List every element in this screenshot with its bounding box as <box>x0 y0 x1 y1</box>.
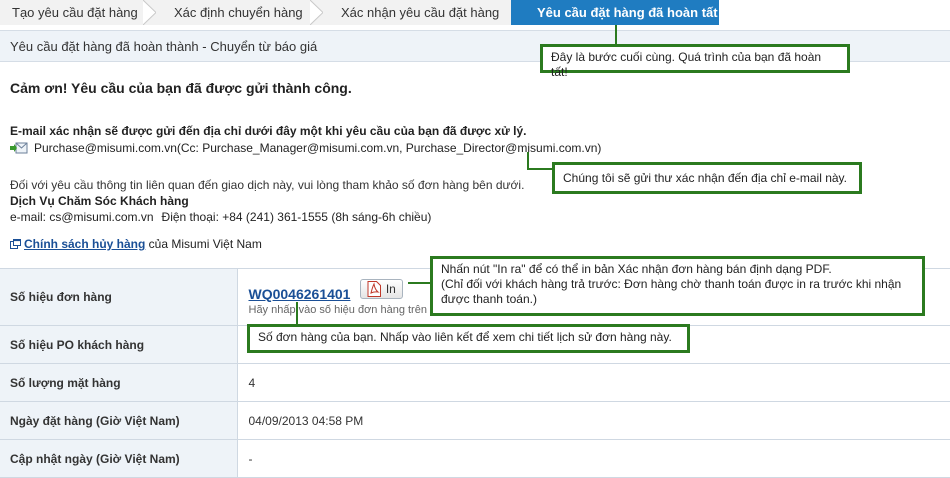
order-date-label: Ngày đặt hàng (Giờ Việt Nam) <box>0 401 238 440</box>
print-pdf-button[interactable]: In <box>359 278 403 299</box>
customer-service-contact: e-mail: cs@misumi.com.vn Điện thoại: +84 … <box>10 210 431 224</box>
page-title: Yêu cầu đặt hàng đã hoàn thành - Chuyển … <box>10 39 318 54</box>
step-label: Xác nhận yêu cầu đặt hàng <box>341 5 500 20</box>
mail-arrow-icon <box>10 142 28 154</box>
pdf-icon <box>367 280 381 297</box>
order-date-value: 04/09/2013 04:58 PM <box>237 401 950 440</box>
cs-phone: Điện thoại: +84 (241) 361-1555 (8h sáng-… <box>161 210 432 224</box>
step-confirm-order: Xác nhận yêu cầu đặt hàng <box>323 0 511 25</box>
step-label: Xác định chuyển hàng <box>174 5 303 20</box>
customer-service-title: Dịch Vụ Chăm Sóc Khách hàng <box>10 194 189 208</box>
external-window-icon <box>10 239 21 249</box>
cancel-policy-link[interactable]: Chính sách hủy hàng <box>24 237 145 251</box>
step-shipping: Xác định chuyển hàng <box>156 0 324 25</box>
email-addresses-row: Purchase@misumi.com.vn(Cc: Purchase_Mana… <box>10 141 601 155</box>
item-count-label: Số lượng mặt hàng <box>0 363 238 402</box>
step-create-order: Tạo yêu cầu đặt hàng <box>0 0 157 25</box>
step-order-complete: Yêu cầu đặt hàng đã hoàn tất <box>511 0 719 25</box>
step-label: Yêu cầu đặt hàng đã hoàn tất <box>537 5 718 20</box>
step-separator-icon <box>310 0 324 25</box>
callout-leader <box>408 282 431 284</box>
progress-steps: Tạo yêu cầu đặt hàng Xác định chuyển hàn… <box>0 0 950 25</box>
callout-order-number: Số đơn hàng của bạn. Nhấp vào liên kết đ… <box>247 324 690 353</box>
callout-print-line1: Nhấn nút "In ra" để có thể in bản Xác nh… <box>441 262 832 276</box>
update-date-label: Cập nhật ngày (Giờ Việt Nam) <box>0 439 238 478</box>
callout-leader <box>615 25 617 45</box>
table-row: Số lượng mặt hàng 4 <box>0 363 950 402</box>
callout-print-line2: (Chỉ đối với khách hàng trả trước: Đơn h… <box>441 277 902 306</box>
email-info-text: E-mail xác nhận sẽ được gửi đến địa chỉ … <box>10 124 527 138</box>
customer-po-label: Số hiệu PO khách hàng <box>0 325 238 364</box>
item-count-value: 4 <box>237 363 950 402</box>
order-number-label: Số hiệu đơn hàng <box>0 268 238 326</box>
callout-final-step: Đây là bước cuối cùng. Quá trình của bạn… <box>540 44 850 79</box>
step-separator-icon <box>143 0 157 25</box>
table-row: Ngày đặt hàng (Giờ Việt Nam) 04/09/2013 … <box>0 401 950 440</box>
print-button-label: In <box>385 281 396 296</box>
callout-leader <box>527 168 553 170</box>
inquiry-text: Đối với yêu cầu thông tin liên quan đến … <box>10 178 525 192</box>
success-message: Cảm ơn! Yêu cầu của bạn đã được gửi thàn… <box>10 80 352 96</box>
cs-email: e-mail: cs@misumi.com.vn <box>10 210 154 224</box>
update-date-value: - <box>237 439 950 478</box>
step-label: Tạo yêu cầu đặt hàng <box>12 5 138 20</box>
callout-leader <box>296 302 298 325</box>
callout-print-pdf: Nhấn nút "In ra" để có thể in bản Xác nh… <box>430 256 925 316</box>
table-row: Cập nhật ngày (Giờ Việt Nam) - <box>0 439 950 478</box>
email-addresses: Purchase@misumi.com.vn(Cc: Purchase_Mana… <box>34 141 602 155</box>
callout-email-notice: Chúng tôi sẽ gửi thư xác nhận đến địa ch… <box>552 162 862 194</box>
order-number-link[interactable]: WQ0046261401 <box>249 286 351 302</box>
cancel-policy: Chính sách hủy hàng của Misumi Việt Nam <box>10 237 262 251</box>
cancel-policy-suffix: của Misumi Việt Nam <box>145 237 262 251</box>
